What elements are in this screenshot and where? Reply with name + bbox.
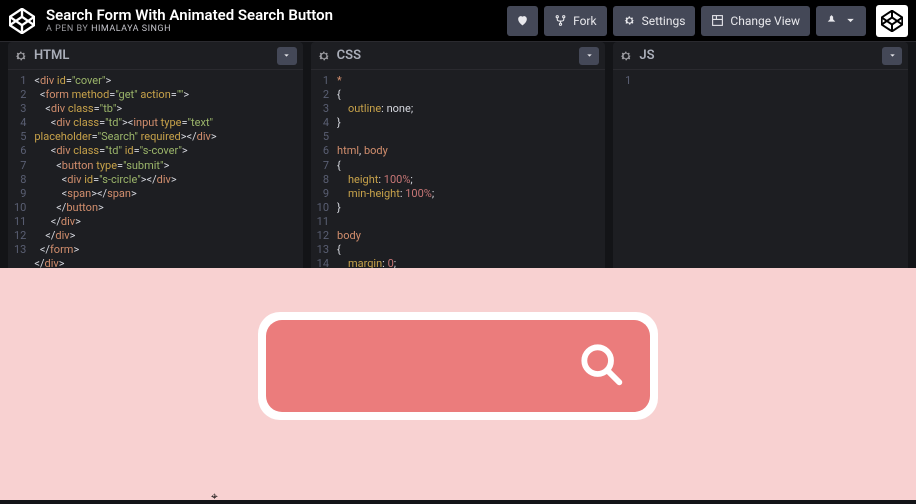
js-pane-title: JS — [639, 48, 876, 63]
css-pane-header: CSS — [311, 42, 606, 70]
js-codearea[interactable] — [639, 70, 645, 268]
js-pane-header: JS — [613, 42, 908, 70]
html-pane-header: HTML — [8, 42, 303, 70]
search-icon[interactable] — [576, 339, 626, 393]
codepen-logo[interactable] — [8, 7, 36, 35]
chevron-down-icon — [844, 14, 857, 27]
css-pane: CSS 1234567891011121314 * { outline: non… — [311, 42, 606, 268]
js-code[interactable]: 1 — [613, 70, 908, 268]
gear-icon[interactable] — [317, 49, 331, 63]
css-codearea[interactable]: * { outline: none; } html, body { height… — [337, 70, 440, 268]
change-view-button[interactable]: Change View — [701, 6, 810, 36]
header-buttons: Fork Settings Change View — [507, 5, 908, 37]
heart-icon — [516, 14, 529, 27]
search-box[interactable] — [266, 320, 650, 412]
pin-icon — [825, 14, 838, 27]
fork-button[interactable]: Fork — [544, 6, 607, 36]
chevron-down-icon — [585, 51, 594, 60]
settings-button[interactable]: Settings — [613, 6, 696, 36]
search-wrap — [258, 312, 658, 420]
html-code[interactable]: 12345678910111213 <div id="cover"> <form… — [8, 70, 303, 268]
preview-area — [0, 268, 916, 500]
html-collapse-button[interactable] — [277, 47, 297, 65]
css-gutter: 1234567891011121314 — [311, 70, 337, 268]
css-collapse-button[interactable] — [579, 47, 599, 65]
author-link[interactable]: Himalaya Singh — [91, 24, 171, 34]
chevron-down-icon — [888, 51, 897, 60]
cursor-icon: ⌖ — [211, 489, 218, 504]
gear-icon — [623, 14, 636, 27]
js-collapse-button[interactable] — [882, 47, 902, 65]
editor-panes: HTML 12345678910111213 <div id="cover"> … — [0, 42, 916, 268]
gear-icon[interactable] — [619, 49, 633, 63]
css-pane-title: CSS — [337, 48, 574, 63]
header: Search Form With Animated Search Button … — [0, 0, 916, 42]
chevron-down-icon — [282, 51, 291, 60]
gear-icon[interactable] — [14, 49, 28, 63]
js-pane: JS 1 — [613, 42, 908, 268]
html-codearea[interactable]: <div id="cover"> <form method="get" acti… — [34, 70, 222, 268]
layout-icon — [711, 14, 724, 27]
fork-icon — [554, 14, 567, 27]
pen-title: Search Form With Animated Search Button — [46, 7, 507, 24]
html-pane-title: HTML — [34, 48, 271, 63]
js-gutter: 1 — [613, 70, 639, 268]
title-area: Search Form With Animated Search Button … — [46, 7, 507, 34]
avatar[interactable] — [876, 5, 908, 37]
pin-button[interactable] — [816, 6, 866, 36]
heart-button[interactable] — [507, 6, 538, 36]
pen-byline: A PEN BY Himalaya Singh — [46, 24, 507, 34]
css-code[interactable]: 1234567891011121314 * { outline: none; }… — [311, 70, 606, 268]
html-gutter: 12345678910111213 — [8, 70, 34, 268]
html-pane: HTML 12345678910111213 <div id="cover"> … — [8, 42, 303, 268]
